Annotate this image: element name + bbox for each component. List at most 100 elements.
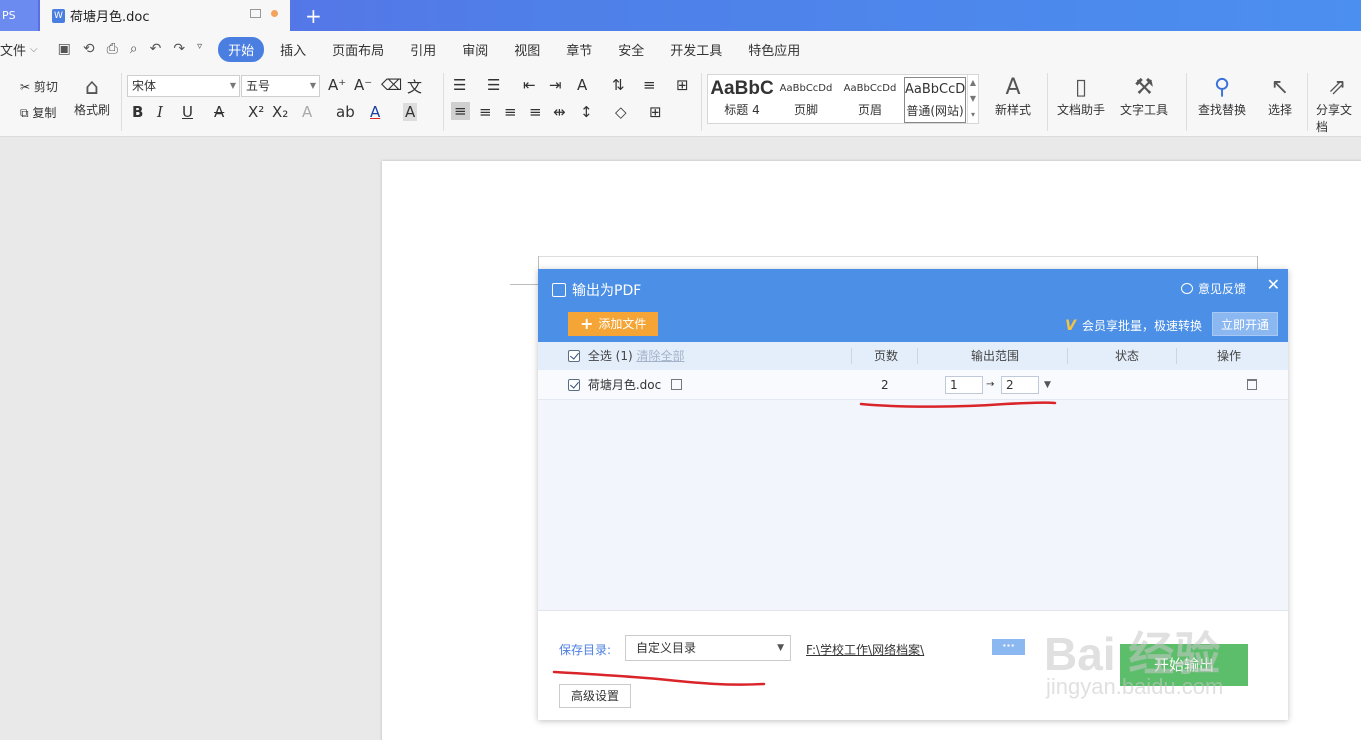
- range-from-input[interactable]: 1: [945, 376, 983, 394]
- select-all-header: 全选 (1) 清除全部: [568, 342, 685, 370]
- browse-button[interactable]: ···: [992, 639, 1025, 655]
- save-icon[interactable]: ▣: [58, 41, 71, 57]
- monitor-icon[interactable]: [250, 9, 261, 18]
- shading-icon[interactable]: ◇: [615, 103, 627, 121]
- scissors-icon: ✂: [20, 80, 31, 94]
- bold-icon[interactable]: B: [132, 103, 143, 121]
- search-icon: ⚲: [1213, 75, 1231, 100]
- save-path-link[interactable]: F:\学校工作\网络档案\: [806, 641, 924, 658]
- font-size-select[interactable]: 五号 ▼: [241, 75, 320, 97]
- align-left-icon[interactable]: ≡: [451, 102, 470, 120]
- border-icon[interactable]: ⊞: [649, 103, 662, 121]
- superscript-icon[interactable]: X²: [248, 103, 264, 121]
- edit-icon[interactable]: [671, 379, 683, 390]
- cursor-icon: ↖: [1270, 75, 1290, 100]
- vip-icon: V: [1065, 317, 1076, 334]
- vip-text: 会员享批量，极速转换: [1081, 319, 1202, 333]
- print-preview-icon[interactable]: ⌕: [130, 41, 138, 57]
- phonetic-icon[interactable]: 文: [407, 76, 422, 97]
- print-icon[interactable]: ⎙: [107, 41, 118, 57]
- delete-icon[interactable]: [1247, 379, 1257, 390]
- start-export-button[interactable]: 开始输出: [1120, 644, 1248, 686]
- menu-references[interactable]: 引用: [397, 40, 449, 59]
- style-normal-web[interactable]: AaBbCcD 普通(网站): [904, 77, 966, 123]
- menu-section[interactable]: 章节: [553, 40, 605, 59]
- menu-insert[interactable]: 插入: [267, 40, 319, 59]
- columns-icon[interactable]: ⊞: [676, 76, 689, 94]
- share-doc-label: 分享文档: [1316, 103, 1353, 134]
- align-right-icon[interactable]: ≡: [504, 103, 517, 121]
- menu-view[interactable]: 视图: [501, 40, 553, 59]
- new-tab-button[interactable]: +: [305, 4, 322, 28]
- open-membership-button[interactable]: 立即开通: [1212, 312, 1278, 336]
- gallery-scroll[interactable]: ▲ ▼ ▾: [967, 75, 978, 123]
- find-replace-button[interactable]: ⚲ 查找替换: [1194, 75, 1250, 118]
- font-name-select[interactable]: 宋体 ▼: [127, 75, 240, 97]
- style-footer[interactable]: AaBbCcDd 页脚: [774, 77, 838, 123]
- pdf-export-icon: [552, 283, 566, 297]
- bullets-icon[interactable]: ☰: [453, 76, 466, 94]
- increase-indent-icon[interactable]: ⇥: [549, 76, 562, 94]
- menu-page-layout[interactable]: 页面布局: [319, 40, 397, 59]
- feedback-link[interactable]: 意见反馈: [1180, 280, 1246, 297]
- select-button[interactable]: ↖ 选择: [1262, 75, 1298, 118]
- menu-developer[interactable]: 开发工具: [657, 40, 735, 59]
- decrease-indent-icon[interactable]: ⇤: [523, 76, 536, 94]
- shrink-font-icon[interactable]: A⁻: [354, 76, 372, 94]
- advanced-settings-button[interactable]: 高级设置: [559, 684, 631, 708]
- save-dir-select[interactable]: 自定义目录 ▼: [625, 635, 791, 661]
- range-to-input[interactable]: 2: [1001, 376, 1039, 394]
- justify-icon[interactable]: ≡: [529, 103, 542, 121]
- add-file-button[interactable]: + 添加文件: [568, 312, 658, 336]
- menu-special[interactable]: 特色应用: [735, 40, 813, 59]
- style-heading4[interactable]: AaBbC 标题 4: [710, 77, 774, 123]
- file-menu[interactable]: 文件 ⌵: [0, 40, 38, 59]
- select-all-checkbox[interactable]: [568, 350, 580, 362]
- char-shading-icon[interactable]: A: [403, 103, 418, 121]
- format-painter-button[interactable]: ⌂ 格式刷: [73, 75, 111, 118]
- arrow-right-icon: →: [986, 379, 995, 390]
- doc-assistant-label: 文档助手: [1056, 103, 1105, 117]
- sort-icon[interactable]: ⇅: [612, 76, 625, 94]
- text-tools-button[interactable]: ⚒ 文字工具: [1115, 75, 1173, 118]
- doc-assistant-button[interactable]: ▯ 文档助手: [1056, 75, 1106, 118]
- share-doc-button[interactable]: ⇗ 分享文档: [1316, 75, 1361, 135]
- file-page-count: 2: [881, 378, 889, 392]
- underline-icon[interactable]: U: [182, 103, 193, 121]
- undo-icon[interactable]: ↶: [150, 41, 162, 57]
- font-color-icon[interactable]: A: [370, 103, 380, 121]
- column-divider: [1067, 348, 1068, 364]
- redo-icon[interactable]: ↷: [173, 41, 185, 57]
- align-center-icon[interactable]: ≡: [479, 103, 492, 121]
- cut-button[interactable]: ✂ 剪切: [20, 78, 58, 95]
- tab-document[interactable]: W 荷塘月色.doc: [40, 0, 290, 31]
- customize-icon[interactable]: ▿: [197, 41, 202, 57]
- clear-all-link[interactable]: 清除全部: [636, 349, 684, 363]
- numbering-icon[interactable]: ☰: [487, 76, 500, 94]
- strikethrough-icon[interactable]: A: [214, 103, 224, 121]
- distribute-icon[interactable]: ⇹: [553, 103, 566, 121]
- tab-wps-home[interactable]: PS: [0, 0, 38, 31]
- text-effect-icon[interactable]: A: [302, 103, 312, 121]
- grow-font-icon[interactable]: A⁺: [328, 76, 346, 94]
- style-sample: AaBbCcD: [905, 82, 966, 97]
- text-direction-icon[interactable]: A: [577, 76, 587, 94]
- file-table-header: 全选 (1) 清除全部 页数 输出范围 状态 操作: [538, 342, 1288, 370]
- line-spacing-icon[interactable]: ≡: [643, 76, 656, 94]
- file-checkbox[interactable]: [568, 379, 580, 391]
- copy-button[interactable]: ⧉ 复制: [20, 104, 56, 121]
- subscript-icon[interactable]: X₂: [272, 103, 288, 121]
- menu-review[interactable]: 审阅: [449, 40, 501, 59]
- new-style-button[interactable]: A 新样式: [988, 75, 1038, 118]
- italic-icon[interactable]: I: [157, 103, 163, 121]
- highlight-icon[interactable]: ab: [336, 103, 355, 121]
- style-header[interactable]: AaBbCcDd 页眉: [838, 77, 902, 123]
- menu-home[interactable]: 开始: [218, 36, 265, 62]
- menu-security[interactable]: 安全: [605, 40, 657, 59]
- clear-format-icon[interactable]: ⌫: [381, 76, 402, 94]
- chevron-down-icon[interactable]: ▼: [1044, 370, 1051, 400]
- export-pdf-dialog: 输出为PDF 意见反馈 ✕ + 添加文件 V 会员享批量，极速转换 立即开通 全…: [538, 269, 1288, 720]
- export-icon[interactable]: ⟲: [83, 41, 95, 57]
- paragraph-spacing-icon[interactable]: ↕: [580, 103, 593, 121]
- close-icon[interactable]: ✕: [1267, 275, 1280, 294]
